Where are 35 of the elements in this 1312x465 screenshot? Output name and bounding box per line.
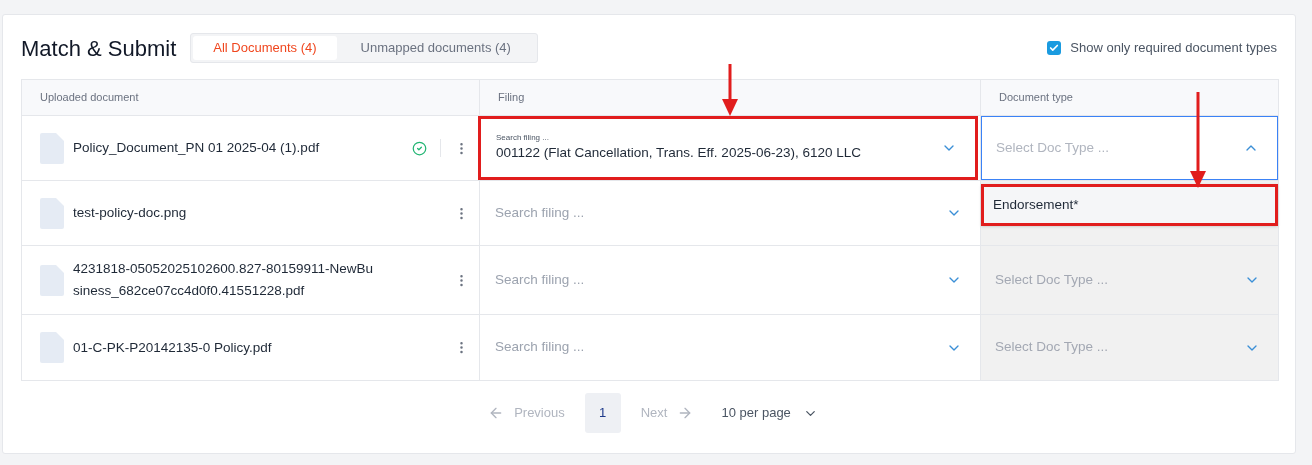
- tab[interactable]: Unmapped documents (4): [336, 36, 535, 60]
- check-circle-icon: [412, 140, 427, 156]
- doc-type-placeholder: Select Doc Type ...: [996, 138, 1111, 157]
- file-icon: [40, 332, 64, 363]
- check-icon: [1049, 43, 1060, 53]
- document-name: 01-C-PK-P20142135-0 Policy.pdf: [73, 338, 273, 357]
- document-name: test-policy-doc.png: [73, 204, 188, 222]
- file-icon: [40, 132, 64, 164]
- annotation-arrow: [721, 64, 739, 116]
- checkbox[interactable]: [1047, 41, 1062, 55]
- page-size-select[interactable]: 10 per page: [721, 403, 818, 423]
- document-name: Policy_Document_PN 01 2025-04 (1).pdf: [73, 139, 321, 157]
- page-title: Match & Submit: [21, 34, 177, 63]
- filing-placeholder: Search filing ...: [495, 338, 586, 357]
- page-button[interactable]: 1: [584, 393, 621, 433]
- filing-value: 001122 (Flat Cancellation, Trans. Eff. 2025-06-23), 6120 LLC: [496, 143, 862, 162]
- filing-label: Search filing ...: [496, 132, 550, 143]
- file-icon: [40, 264, 64, 296]
- filing-placeholder: Search filing ...: [495, 203, 586, 222]
- tab[interactable]: All Documents (4): [193, 36, 337, 60]
- document-name: 4231818-05052025102600.827-80159911-NewBusiness_682ce07cc4d0f0.41551228.pdf: [73, 260, 374, 300]
- dropdown-option[interactable]: Endorsement*: [981, 184, 1278, 226]
- checkbox-label: Show only required document types: [1070, 39, 1277, 58]
- filing-select[interactable]: Search filing ...: [480, 181, 980, 245]
- file-icon: [40, 197, 64, 229]
- doc-type-placeholder: Select Doc Type ...: [995, 338, 1110, 357]
- filing-select[interactable]: Search filing ... 001122 (Flat Cancellation, Trans. Eff. 2025-06-23), 6120 LLC: [478, 116, 978, 180]
- filing-placeholder: Search filing ...: [495, 270, 586, 289]
- column-header: Document type: [999, 90, 1073, 106]
- doc-type-select[interactable]: Select Doc Type ...: [981, 116, 1278, 180]
- filing-select[interactable]: Search filing ...: [480, 315, 980, 380]
- column-header: Filing: [498, 90, 525, 106]
- doc-type-placeholder: Select Doc Type ...: [995, 270, 1110, 289]
- filing-select[interactable]: Search filing ...: [480, 246, 980, 314]
- column-header: Uploaded document: [40, 90, 139, 106]
